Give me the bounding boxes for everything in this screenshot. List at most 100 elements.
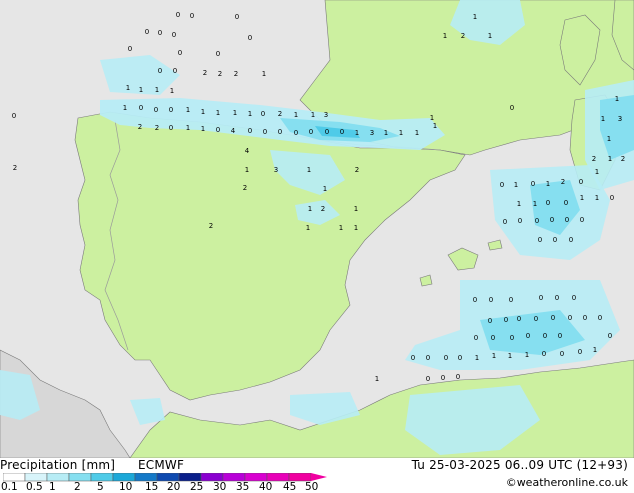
precip-value: 0 bbox=[551, 314, 555, 322]
precip-value: 0 bbox=[526, 332, 530, 340]
valid-datetime: Tu 25-03-2025 06..09 UTC (12+93) bbox=[411, 458, 628, 472]
precip-value: 0 bbox=[12, 112, 16, 120]
precip-value: 0 bbox=[542, 350, 546, 358]
precip-value: 2 bbox=[218, 70, 222, 78]
precip-value: 2 bbox=[561, 178, 565, 186]
precip-value: 0 bbox=[578, 348, 582, 356]
precip-value: 0 bbox=[473, 296, 477, 304]
precip-value: 1 bbox=[355, 129, 359, 137]
precip-value: 0 bbox=[546, 199, 550, 207]
precip-value: 0 bbox=[444, 354, 448, 362]
precip-value: 0 bbox=[555, 294, 559, 302]
precip-value: 1 bbox=[488, 32, 492, 40]
precip-value: 1 bbox=[245, 166, 249, 174]
precip-value: 1 bbox=[354, 224, 358, 232]
precip-value: 0 bbox=[518, 217, 522, 225]
precip-value: 1 bbox=[311, 111, 315, 119]
colorbar-tick-label: 5 bbox=[97, 481, 104, 493]
precip-value: 0 bbox=[539, 294, 543, 302]
precip-value: 0 bbox=[309, 128, 313, 136]
precip-value: 0 bbox=[488, 317, 492, 325]
colorbar-segment bbox=[112, 473, 136, 482]
precip-value: 1 bbox=[233, 109, 237, 117]
precip-value: 1 bbox=[139, 86, 143, 94]
precip-value: 0 bbox=[503, 218, 507, 226]
colorbar-tick-label: 45 bbox=[283, 481, 297, 493]
precip-value: 1 bbox=[473, 13, 477, 21]
credit-text: ©weatheronline.co.uk bbox=[505, 476, 628, 489]
precip-value: 0 bbox=[173, 67, 177, 75]
precip-value: 1 bbox=[430, 114, 434, 122]
precip-value: 1 bbox=[384, 129, 388, 137]
colorbar-tick-label: 0.1 bbox=[1, 481, 18, 493]
precip-value: 1 bbox=[433, 122, 437, 130]
precip-value: 1 bbox=[601, 115, 605, 123]
precip-value: 0 bbox=[172, 31, 176, 39]
precip-value: 1 bbox=[525, 351, 529, 359]
precip-value: 0 bbox=[411, 354, 415, 362]
precip-value: 1 bbox=[580, 194, 584, 202]
precip-value: 0 bbox=[543, 332, 547, 340]
precip-value: 0 bbox=[128, 45, 132, 53]
precip-value: 0 bbox=[510, 104, 514, 112]
precip-value: 1 bbox=[307, 166, 311, 174]
precip-value: 0 bbox=[598, 314, 602, 322]
precip-value: 1 bbox=[475, 354, 479, 362]
precip-value: 2 bbox=[13, 164, 17, 172]
colorbar-segment bbox=[24, 473, 48, 482]
precip-value: 1 bbox=[399, 129, 403, 137]
colorbar-tick-label: 50 bbox=[305, 481, 319, 493]
precip-value: 0 bbox=[608, 332, 612, 340]
precip-value: 1 bbox=[123, 104, 127, 112]
precip-value: 0 bbox=[568, 314, 572, 322]
precip-value: 0 bbox=[572, 294, 576, 302]
precip-value: 0 bbox=[325, 128, 329, 136]
colorbar-tick-label: 1 bbox=[49, 481, 56, 493]
precip-value: 0 bbox=[294, 129, 298, 137]
precip-value: 0 bbox=[216, 50, 220, 58]
precip-value: 1 bbox=[533, 200, 537, 208]
precip-value: 2 bbox=[592, 155, 596, 163]
precip-value: 1 bbox=[308, 205, 312, 213]
precip-value: 0 bbox=[510, 334, 514, 342]
precip-value: 1 bbox=[595, 168, 599, 176]
precip-value: 0 bbox=[564, 199, 568, 207]
precip-value: 0 bbox=[169, 106, 173, 114]
colorbar-segment bbox=[90, 473, 114, 482]
precip-value: 2 bbox=[278, 110, 282, 118]
precip-value: 0 bbox=[579, 178, 583, 186]
precip-value: 0 bbox=[158, 29, 162, 37]
colorbar-segment bbox=[222, 473, 246, 482]
precip-value: 0 bbox=[261, 110, 265, 118]
precip-value: 0 bbox=[426, 354, 430, 362]
precip-value: 0 bbox=[531, 180, 535, 188]
precip-value: 1 bbox=[492, 352, 496, 360]
colorbar-segment bbox=[46, 473, 70, 482]
precip-value: 2 bbox=[321, 205, 325, 213]
precip-value: 1 bbox=[593, 346, 597, 354]
precip-value: 3 bbox=[274, 166, 278, 174]
precip-value: 0 bbox=[553, 236, 557, 244]
precip-value: 1 bbox=[186, 106, 190, 114]
colorbar-segment bbox=[288, 473, 312, 482]
precipitation-map[interactable]: 0 0 0 0 0 0 0 0 0 0 0 0 2 2 2 1 1 1 1 1 1 0 0 0 1 1 1 1 1 0 2 1 1 3 2 2 0 1 1 0… bbox=[0, 0, 634, 458]
precip-value: 1 bbox=[608, 155, 612, 163]
precip-value: 1 bbox=[443, 32, 447, 40]
precip-value: 1 bbox=[517, 200, 521, 208]
precip-value: 0 bbox=[500, 181, 504, 189]
precip-value: 1 bbox=[201, 108, 205, 116]
precip-value: 2 bbox=[209, 222, 213, 230]
precip-value: 0 bbox=[558, 332, 562, 340]
precip-value: 0 bbox=[248, 34, 252, 42]
colorbar-segment bbox=[134, 473, 158, 482]
precip-value: 1 bbox=[375, 375, 379, 383]
precip-value: 2 bbox=[203, 69, 207, 77]
precip-value: 0 bbox=[517, 315, 521, 323]
colorbar-tick-label: 2 bbox=[74, 481, 81, 493]
colorbar-segment bbox=[68, 473, 92, 482]
colorbar-tick-label: 20 bbox=[167, 481, 181, 493]
precip-value: 1 bbox=[339, 224, 343, 232]
precip-value: 2 bbox=[355, 166, 359, 174]
precip-value: 1 bbox=[216, 109, 220, 117]
precip-value: 1 bbox=[546, 180, 550, 188]
